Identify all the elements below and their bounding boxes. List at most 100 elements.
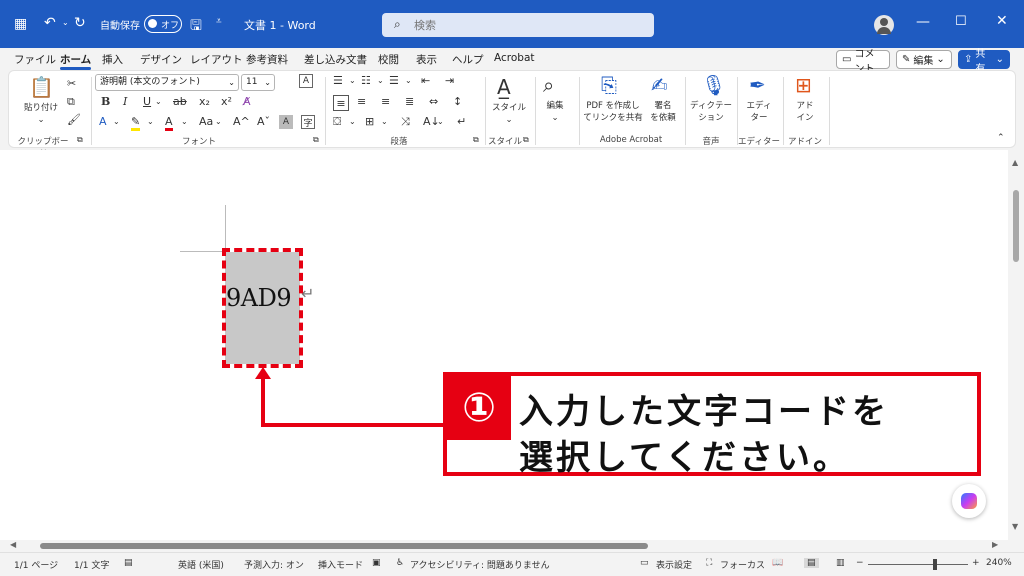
tab-home[interactable]: ホーム [60,52,92,70]
insert-mode[interactable]: 挿入モード [318,558,363,571]
chevron-down-icon[interactable]: ⌄ [215,117,222,126]
accessibility-icon[interactable]: ♿ [396,558,404,568]
tab-layout[interactable]: レイアウト [190,52,243,67]
focus-mode[interactable]: フォーカス [720,558,765,571]
horizontal-scrollbar[interactable]: ◀ ▶ [0,540,1008,552]
customize-toolbar-icon[interactable]: ⩡ [216,16,222,27]
clear-formatting-icon[interactable]: A [299,74,313,88]
scroll-up-icon[interactable]: ▲ [1012,158,1018,167]
find-icon[interactable]: ⌕ [543,73,554,97]
horizontal-scroll-thumb[interactable] [40,543,648,549]
chevron-down-icon[interactable]: ⌄ [349,76,356,85]
sort-icon[interactable]: ⤨ [401,115,410,129]
copilot-button[interactable] [952,484,986,518]
show-marks-icon[interactable]: ↵ [457,115,466,128]
borders-icon[interactable]: ⊞ [365,115,374,128]
chevron-down-icon[interactable]: ⌄ [147,117,154,126]
display-settings[interactable]: 表示設定 [656,558,692,571]
addins-icon[interactable]: ⊞ [795,73,812,97]
paste-label[interactable]: 貼り付け [21,103,61,114]
multilevel-list-icon[interactable]: ☰ [389,74,399,87]
accessibility-status[interactable]: アクセシビリティ: 問題ありません [410,558,550,571]
font-size-dropdown[interactable]: 11 ⌄ [241,74,275,91]
bullets-icon[interactable]: ☰ [333,74,343,87]
search-input[interactable] [414,17,634,33]
underline-icon[interactable]: U [143,95,151,108]
copy-icon[interactable]: ⧉ [67,95,75,109]
superscript-icon[interactable]: x² [221,95,232,108]
tab-acrobat[interactable]: Acrobat [494,52,535,64]
shading-icon[interactable]: ⛋ [333,115,341,129]
text-effects-icon[interactable]: A̸ [243,95,251,108]
editor-label-1[interactable]: エディ [741,101,777,112]
styles-launcher-icon[interactable]: ⧉ [523,135,529,145]
decrease-indent-icon[interactable]: ⇤ [421,74,430,87]
editor-label-2[interactable]: ター [741,113,777,124]
chevron-down-icon[interactable]: ⌄ [377,76,384,85]
create-pdf-label-1[interactable]: PDF を作成し [581,101,645,112]
user-avatar-icon[interactable] [874,15,894,35]
close-icon[interactable]: ✕ [996,13,1008,29]
autosave-toggle[interactable]: オフ [144,15,182,33]
redo-icon[interactable]: ↻ [74,15,86,31]
chevron-down-icon[interactable]: ⌄ [349,117,356,126]
chevron-down-icon[interactable]: ⌄ [437,117,444,126]
read-mode-icon[interactable]: 📖 [772,558,783,568]
align-center-icon[interactable]: ≡ [357,95,366,108]
chevron-down-icon[interactable]: ⌄ [549,113,561,124]
dictate-label-2[interactable]: ション [689,113,733,124]
maximize-icon[interactable]: ☐ [955,14,967,29]
tab-references[interactable]: 参考資料 [246,52,288,67]
bold-icon[interactable]: B [101,95,110,108]
font-color-icon[interactable]: A [165,115,173,131]
scroll-left-icon[interactable]: ◀ [10,540,16,549]
chevron-down-icon[interactable]: ⌄ [113,117,120,126]
request-signature-icon[interactable]: ✍ [651,73,668,97]
tab-help[interactable]: ヘルプ [452,52,484,67]
enclose-characters-icon[interactable]: 字 [301,115,315,129]
chevron-down-icon[interactable]: ⌄ [405,76,412,85]
vertical-scroll-thumb[interactable] [1013,190,1019,262]
tab-review[interactable]: 校閲 [378,52,399,67]
paragraph-launcher-icon[interactable]: ⧉ [473,135,479,145]
format-painter-icon[interactable]: 🖌 [67,113,81,126]
justify-icon[interactable]: ≣ [405,95,414,108]
editor-icon[interactable]: ✒ [749,73,766,97]
addins-label-1[interactable]: アド [787,101,823,112]
microphone-icon[interactable]: 🎙 [701,73,726,97]
zoom-level[interactable]: 240% [986,558,1012,568]
chevron-down-icon[interactable]: ⌄ [155,97,162,106]
scroll-right-icon[interactable]: ▶ [992,540,998,549]
zoom-out-icon[interactable]: − [856,558,864,568]
clipboard-launcher-icon[interactable]: ⧉ [77,135,83,145]
font-name-dropdown[interactable]: 游明朝 (本文のフォント) ⌄ [95,74,239,91]
align-left-icon[interactable]: ≡ [333,95,349,111]
dictate-label-1[interactable]: ディクテー [689,101,733,112]
zoom-slider[interactable] [868,564,968,565]
search-box[interactable]: ⌕ [382,13,654,37]
share-button[interactable]: ⇪ 共有 ⌄ [958,49,1010,75]
cut-icon[interactable]: ✂ [67,77,76,90]
document-area[interactable] [0,150,1008,540]
page-count[interactable]: 1/1 ページ [14,558,58,571]
collapse-ribbon-icon[interactable]: ⌃ [997,133,1005,143]
styles-icon[interactable]: A̲ [497,75,511,99]
undo-icon[interactable]: ↶ [44,15,56,31]
increase-indent-icon[interactable]: ⇥ [445,74,454,87]
paste-icon[interactable]: 📋 [29,75,54,99]
grow-font-icon[interactable]: A^ [233,115,250,128]
language[interactable]: 英語 (米国) [178,558,224,571]
font-launcher-icon[interactable]: ⧉ [313,135,319,145]
zoom-in-icon[interactable]: + [972,558,980,568]
italic-icon[interactable]: I [123,95,127,108]
tab-file[interactable]: ファイル [14,52,56,67]
focus-icon[interactable]: ⛶ [706,558,712,568]
tab-mailings[interactable]: 差し込み文書 [304,52,367,67]
vertical-scrollbar[interactable]: ▲ ▼ [1008,150,1024,540]
word-count[interactable]: 1/1 文字 [74,558,109,571]
minimize-icon[interactable]: — [916,14,930,30]
sign-label-1[interactable]: 署名 [645,101,681,112]
print-layout-icon[interactable]: ▤ [804,558,819,568]
styles-label[interactable]: スタイル [489,103,529,114]
undo-dropdown-icon[interactable]: ⌄ [62,18,69,27]
